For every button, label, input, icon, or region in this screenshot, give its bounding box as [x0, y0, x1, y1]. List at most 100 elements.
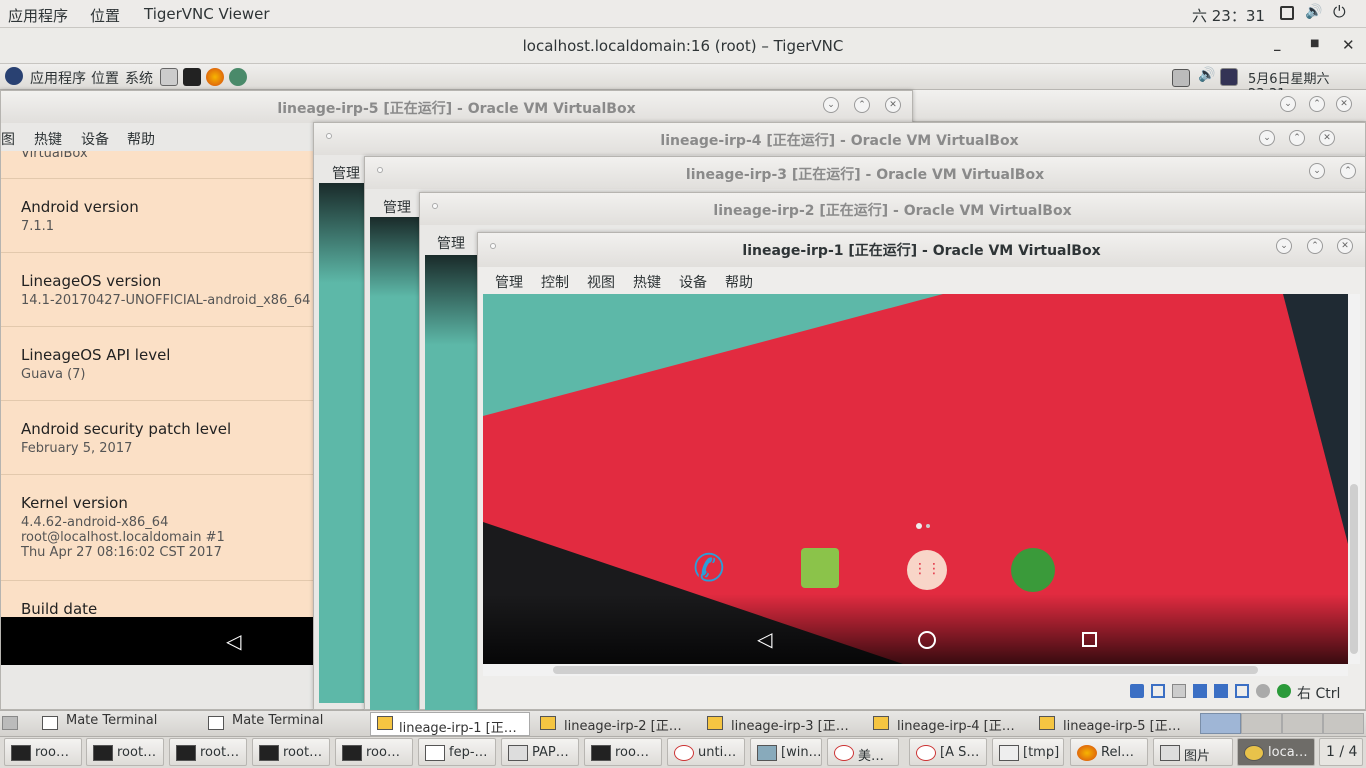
host-apps-menu[interactable]: 应用程序 — [8, 5, 68, 26]
task-button[interactable]: roo… — [335, 738, 413, 766]
workspace-switcher[interactable] — [1200, 713, 1364, 734]
capture-icon[interactable] — [1256, 684, 1270, 698]
usb-icon[interactable] — [1172, 684, 1186, 698]
shared-folder-icon[interactable] — [1214, 684, 1228, 698]
setting-row[interactable]: Build date — [21, 600, 97, 617]
scrollbar-thumb[interactable] — [553, 666, 1258, 674]
workspace-2[interactable] — [1241, 713, 1282, 734]
minimize-button[interactable]: _ — [1274, 37, 1281, 52]
display-icon[interactable] — [1235, 684, 1249, 698]
menu-item[interactable]: 帮助 — [127, 129, 155, 149]
workspace-3[interactable] — [1282, 713, 1323, 734]
close-button[interactable]: ✕ — [1342, 36, 1355, 54]
calculator-icon[interactable] — [160, 68, 178, 86]
home-icon[interactable] — [918, 631, 936, 649]
workspace-4[interactable] — [1323, 713, 1364, 734]
screen-icon[interactable] — [1280, 6, 1294, 20]
close-button[interactable]: ✕ — [885, 97, 901, 113]
task-button[interactable]: 美… — [827, 738, 899, 766]
volume-icon[interactable]: 🔊 — [1198, 67, 1215, 83]
menu-item[interactable]: 热键 — [34, 129, 62, 149]
maximize-button[interactable]: ■ — [1310, 38, 1319, 49]
host-app-title[interactable]: TigerVNC Viewer — [144, 5, 270, 23]
menu-item[interactable]: 设备 — [81, 129, 109, 149]
remote-system-menu[interactable]: 系统 — [125, 68, 153, 88]
vm3-screen[interactable] — [370, 217, 420, 711]
show-desktop-icon[interactable] — [2, 716, 18, 730]
setting-row[interactable]: Android version 7.1.1 — [21, 198, 139, 234]
task-button[interactable]: fep-… — [418, 738, 496, 766]
remote-places-menu[interactable]: 位置 — [91, 68, 119, 88]
network-icon[interactable] — [1220, 68, 1238, 86]
workspace-1[interactable] — [1200, 713, 1241, 734]
setting-row[interactable]: Android security patch level February 5, … — [21, 420, 231, 456]
window-menu-icon[interactable] — [326, 133, 332, 139]
task-button[interactable]: [tmp] — [992, 738, 1064, 766]
task-item[interactable]: lineage-irp-3 [正… — [707, 713, 867, 735]
task-button[interactable]: roo… — [584, 738, 662, 766]
mouse-integration-icon[interactable] — [1277, 684, 1291, 698]
task-item-active[interactable]: lineage-irp-1 [正… — [370, 712, 530, 736]
task-button[interactable]: Rel… — [1070, 738, 1148, 766]
minimize-button[interactable]: ⌄ — [1276, 238, 1292, 254]
task-button[interactable]: [A S… — [909, 738, 987, 766]
task-button[interactable]: PAP… — [501, 738, 579, 766]
browser-icon[interactable] — [1011, 548, 1055, 592]
window-menu-icon[interactable] — [377, 167, 383, 173]
vm2-screen[interactable] — [425, 255, 480, 711]
task-button[interactable]: roo… — [4, 738, 82, 766]
task-item[interactable]: lineage-irp-2 [正… — [540, 713, 700, 735]
maximize-button[interactable]: ⌃ — [1307, 238, 1323, 254]
vertical-scrollbar[interactable] — [1348, 294, 1360, 664]
terminal-icon[interactable] — [183, 68, 201, 86]
back-icon[interactable]: ◁ — [226, 629, 241, 653]
task-button-active[interactable]: loca… — [1237, 738, 1315, 766]
menu-item[interactable]: 管理 — [332, 163, 360, 183]
close-button[interactable]: ✕ — [1337, 238, 1353, 254]
volume-icon[interactable]: 🔊 — [1305, 4, 1322, 20]
host-clock[interactable]: 六 23：31 — [1192, 5, 1265, 26]
task-button[interactable]: root… — [169, 738, 247, 766]
network-icon[interactable] — [1193, 684, 1207, 698]
network-app-icon[interactable] — [229, 68, 247, 86]
task-item[interactable]: Mate Terminal — [208, 713, 358, 735]
setting-row[interactable]: LineageOS API level Guava (7) — [21, 346, 170, 382]
disk-icon[interactable] — [1130, 684, 1144, 698]
maximize-button[interactable]: ⌃ — [1309, 96, 1325, 112]
keyboard-icon[interactable] — [1172, 69, 1190, 87]
task-button[interactable]: 图片 — [1153, 738, 1233, 766]
fedora-icon[interactable] — [5, 67, 23, 85]
scrollbar-thumb[interactable] — [1350, 484, 1358, 654]
task-button[interactable]: [win… — [750, 738, 822, 766]
task-button[interactable]: unti… — [667, 738, 745, 766]
menu-item[interactable]: 图 — [1, 129, 15, 149]
setting-row[interactable]: Kernel version 4.4.62-android-x86_64 root@… — [21, 494, 225, 560]
maximize-button[interactable]: ⌃ — [854, 97, 870, 113]
menu-item[interactable]: 帮助 — [725, 272, 753, 292]
task-button[interactable]: root… — [86, 738, 164, 766]
back-icon[interactable]: ◁ — [757, 627, 772, 651]
workspace-indicator[interactable]: 1 / 4 — [1319, 738, 1363, 766]
maximize-button[interactable]: ⌃ — [1289, 130, 1305, 146]
minimize-button[interactable]: ⌄ — [1280, 96, 1296, 112]
menu-item[interactable]: 热键 — [633, 272, 661, 292]
menu-item[interactable]: 控制 — [541, 272, 569, 292]
menu-item[interactable]: 视图 — [587, 272, 615, 292]
vm1-screen[interactable]: ✆ ⋮⋮ ◁ — [483, 294, 1348, 664]
maximize-button[interactable]: ⌃ — [1340, 163, 1356, 179]
task-item[interactable]: lineage-irp-5 [正… — [1039, 713, 1199, 735]
menu-item[interactable]: 管理 — [383, 197, 411, 217]
close-button[interactable]: ✕ — [1319, 130, 1335, 146]
phone-icon[interactable]: ✆ — [693, 546, 725, 590]
setting-row[interactable]: LineageOS version 14.1-20170427-UNOFFICIA… — [21, 272, 310, 308]
minimize-button[interactable]: ⌄ — [1259, 130, 1275, 146]
close-button[interactable]: ✕ — [1336, 96, 1352, 112]
window-menu-icon[interactable] — [490, 243, 496, 249]
minimize-button[interactable]: ⌄ — [823, 97, 839, 113]
power-icon[interactable]: ⏻ — [1333, 2, 1346, 22]
minimize-button[interactable]: ⌄ — [1309, 163, 1325, 179]
menu-item[interactable]: 设备 — [679, 272, 707, 292]
task-item[interactable]: lineage-irp-4 [正… — [873, 713, 1033, 735]
remote-apps-menu[interactable]: 应用程序 — [30, 68, 86, 88]
firefox-icon[interactable] — [206, 68, 224, 86]
